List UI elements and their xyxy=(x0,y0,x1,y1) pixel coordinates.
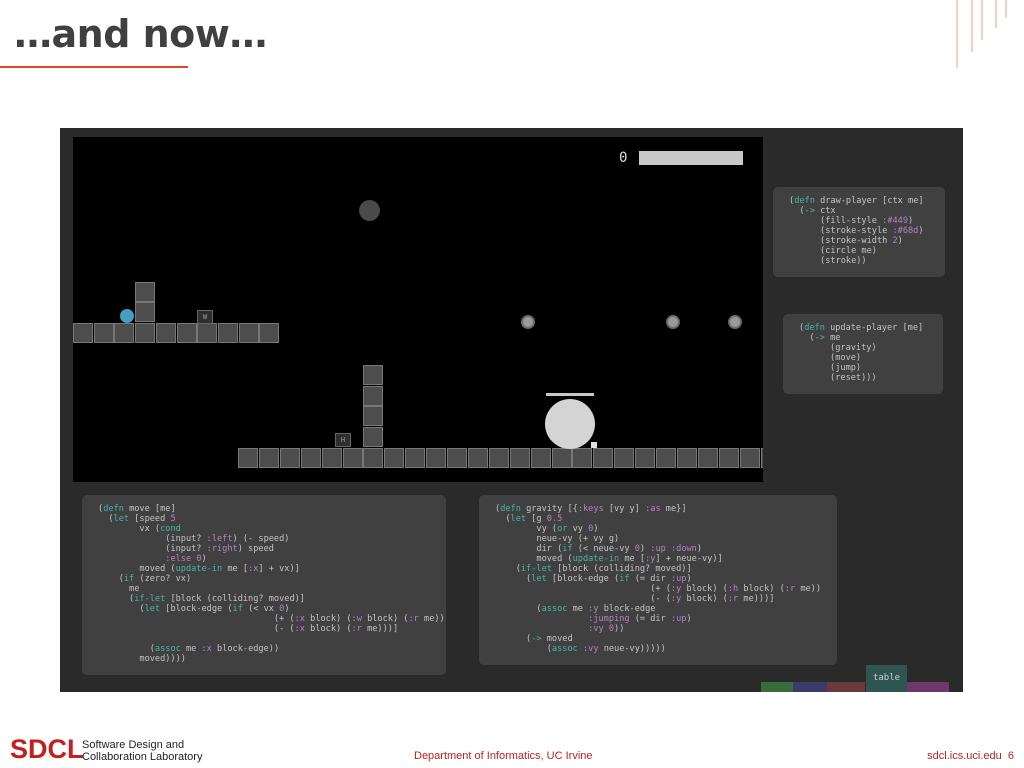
code-text[interactable]: (defn draw-player [ctx me] (-> ctx (fill… xyxy=(789,196,945,266)
color-swatch[interactable] xyxy=(761,682,793,692)
code-panel-move[interactable]: (defn move [me] (let [speed 5 vx (cond (… xyxy=(82,495,446,675)
floor-block xyxy=(509,448,530,468)
tower-block xyxy=(363,406,383,427)
floor-block xyxy=(676,448,697,468)
ledge-block xyxy=(176,323,197,343)
floor-block xyxy=(300,448,321,468)
floor-block xyxy=(384,448,405,468)
pillar-block xyxy=(135,302,155,322)
floor-block xyxy=(572,448,593,468)
color-swatch[interactable] xyxy=(907,682,949,692)
floor-block xyxy=(447,448,467,468)
pillar-block xyxy=(135,282,155,302)
game-canvas[interactable]: 0 W H xyxy=(73,137,763,482)
tower-block xyxy=(363,385,383,406)
floor-block xyxy=(739,448,760,468)
code-text[interactable]: (defn update-player [me] (-> me (gravity… xyxy=(799,323,943,383)
ledge-block xyxy=(114,323,135,343)
org-line-1: Software Design and xyxy=(82,739,185,751)
marker-h: H xyxy=(335,433,351,447)
enemy-orb xyxy=(666,315,680,329)
floor-block xyxy=(593,448,614,468)
marker-w: W xyxy=(197,310,213,324)
code-text[interactable]: (defn move [me] (let [speed 5 vx (cond (… xyxy=(98,504,446,664)
player-circle[interactable] xyxy=(120,309,134,323)
floor-block xyxy=(551,448,572,468)
code-panel-gravity[interactable]: (defn gravity [{:keys [vy y] :as me}] (l… xyxy=(479,495,837,665)
department-label: Department of Informatics, UC Irvine xyxy=(414,750,593,762)
title-underline xyxy=(0,66,188,68)
tower-block xyxy=(363,427,383,448)
floor-block xyxy=(363,448,384,468)
boss-marker xyxy=(591,442,597,448)
ledge-block xyxy=(259,323,280,343)
sdcl-logo: SDCL xyxy=(10,734,84,764)
floating-orb xyxy=(359,200,380,221)
floor-block xyxy=(530,448,551,468)
ledge-block xyxy=(135,323,156,343)
floor-block xyxy=(635,448,656,468)
floor-block xyxy=(279,448,300,468)
boss-health-bar xyxy=(546,393,594,396)
ledge-block xyxy=(73,323,93,343)
ledge-block xyxy=(197,323,218,343)
enemy-orb xyxy=(728,315,742,329)
ledge-block xyxy=(155,323,176,343)
floor-block xyxy=(321,448,342,468)
org-name: Software Design and Collaboration Labora… xyxy=(82,739,202,763)
floor-block xyxy=(405,448,426,468)
code-text[interactable]: (defn gravity [{:keys [vy y] :as me}] (l… xyxy=(495,504,837,654)
ledge-block xyxy=(217,323,238,343)
floor-block xyxy=(258,448,279,468)
floor-block xyxy=(697,448,718,468)
floor-block xyxy=(342,448,363,468)
ledge-block xyxy=(93,323,114,343)
site-and-page: sdcl.ics.uci.edu 6 xyxy=(927,750,1014,762)
health-bar-fill xyxy=(639,151,743,165)
tower-block xyxy=(363,365,383,385)
color-swatch[interactable] xyxy=(827,682,865,692)
color-swatch[interactable] xyxy=(793,682,827,692)
ledge-block xyxy=(238,323,259,343)
score-counter: 0 xyxy=(619,150,628,166)
enemy-orb xyxy=(521,315,535,329)
floor-block xyxy=(614,448,635,468)
health-bar xyxy=(639,151,743,165)
org-line-2: Collaboration Laboratory xyxy=(82,751,203,763)
code-panel-draw-player[interactable]: (defn draw-player [ctx me] (-> ctx (fill… xyxy=(773,187,945,277)
floor-block xyxy=(488,448,509,468)
site-url: sdcl.ics.uci.edu xyxy=(927,750,1002,762)
slide-title: …and now… xyxy=(14,12,267,56)
floor-block xyxy=(467,448,488,468)
live-coding-app: 0 W H (defn draw-player [ctx me] (-> ctx… xyxy=(60,128,963,692)
floor-block xyxy=(238,448,258,468)
floor-block xyxy=(760,448,763,468)
table-tab[interactable]: table xyxy=(866,665,907,692)
page-number: 6 xyxy=(1007,750,1014,762)
floor-block xyxy=(718,448,739,468)
decorative-lines xyxy=(956,0,1007,68)
code-panel-update-player[interactable]: (defn update-player [me] (-> me (gravity… xyxy=(783,314,943,394)
floor-block xyxy=(656,448,676,468)
boss-circle xyxy=(545,399,595,449)
floor-block xyxy=(426,448,447,468)
